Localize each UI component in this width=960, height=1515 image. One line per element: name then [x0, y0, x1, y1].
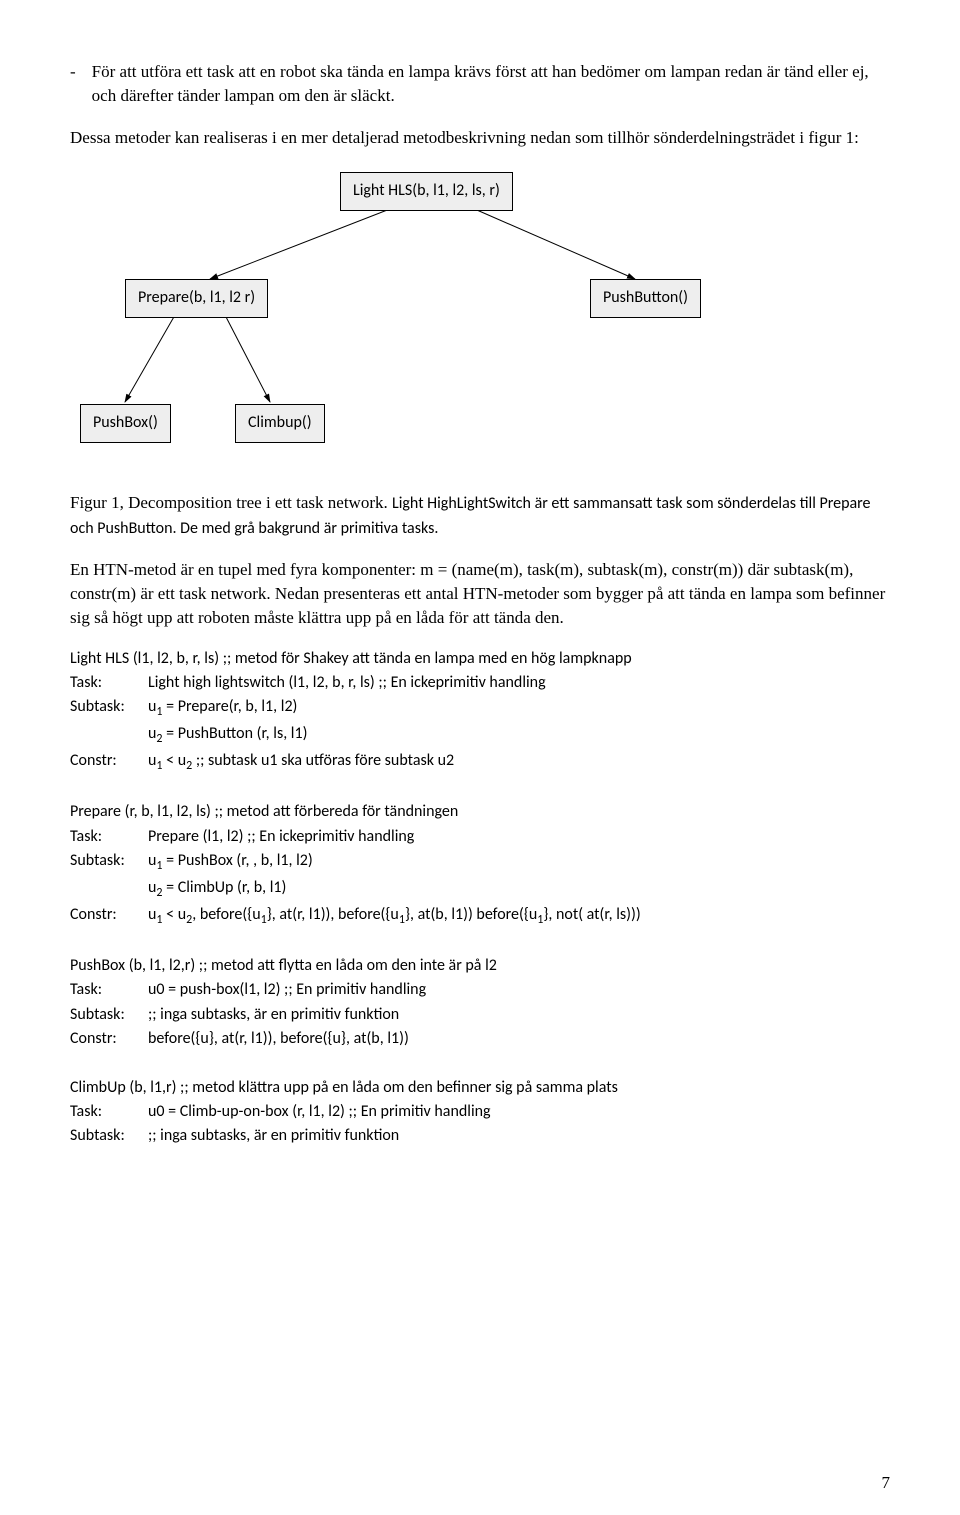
method-light-hls: Light HLS (l1, l2, b, r, ls) ;; metod fö… — [70, 648, 890, 776]
label-blank — [70, 877, 148, 902]
label-task: Task: — [70, 979, 148, 1001]
label-constr: Constr: — [70, 1028, 148, 1050]
label-subtask: Subtask: — [70, 850, 148, 875]
label-subtask: Subtask: — [70, 1004, 148, 1026]
task-value: u0 = push-box(l1, l2) ;; En primitiv han… — [148, 979, 890, 1001]
sub-rest: = Prepare(r, b, l1, l2) — [163, 697, 298, 716]
subtask-value: ;; inga subtasks, är en primitiv funktio… — [148, 1125, 890, 1147]
label-blank — [70, 723, 148, 748]
label-constr: Constr: — [70, 750, 148, 775]
method-constr-row: Constr: u1 < u2, before({u1}, at(r, l1))… — [70, 904, 890, 929]
subtask-value: u1 = Prepare(r, b, l1, l2) — [148, 696, 890, 721]
constr-value: before({u}, at(r, l1)), before({u}, at(b… — [148, 1028, 890, 1050]
constr-value: u1 < u2 ;; subtask u1 ska utföras före s… — [148, 750, 890, 775]
method-pushbox: PushBox (b, l1, l2,r) ;; metod att flytt… — [70, 955, 890, 1051]
subtask-value: u1 = PushBox (r, , b, l1, l2) — [148, 850, 890, 875]
c-4: }, not( at(r, ls))) — [543, 905, 640, 924]
label-task: Task: — [70, 672, 148, 694]
task-value: Prepare (l1, l2) ;; En ickeprimitiv hand… — [148, 826, 890, 848]
method-title: Prepare (r, b, l1, l2, ls) ;; metod att … — [70, 801, 890, 823]
method-subtask-row: Subtask: u1 = PushBox (r, , b, l1, l2) — [70, 850, 890, 875]
subtask-value: u2 = PushButton (r, ls, l1) — [148, 723, 890, 748]
sub-rest: = ClimbUp (r, b, l1) — [163, 878, 287, 897]
method-task-row: Task: Prepare (l1, l2) ;; En ickeprimiti… — [70, 826, 890, 848]
method-subtask-row-2: u2 = PushButton (r, ls, l1) — [70, 723, 890, 748]
figure-caption: Figur 1, Decomposition tree i ett task n… — [70, 491, 890, 540]
intro-paragraph: Dessa metoder kan realiseras i en mer de… — [70, 126, 890, 150]
node-prepare: Prepare(b, l1, l2 r) — [125, 279, 268, 317]
htn-paragraph: En HTN-metod är en tupel med fyra kompon… — [70, 558, 890, 629]
label-task: Task: — [70, 1101, 148, 1123]
label-subtask: Subtask: — [70, 696, 148, 721]
task-value: u0 = Climb-up-on-box (r, l1, l2) ;; En p… — [148, 1101, 890, 1123]
method-constr-row: Constr: u1 < u2 ;; subtask u1 ska utföra… — [70, 750, 890, 775]
sub-rest: = PushButton (r, ls, l1) — [163, 724, 308, 743]
method-task-row: Task: u0 = push-box(l1, l2) ;; En primit… — [70, 979, 890, 1001]
decomposition-tree-diagram: Light HLS(b, l1, l2, ls, r) Prepare(b, l… — [70, 167, 890, 467]
method-title: ClimbUp (b, l1,r) ;; metod klättra upp p… — [70, 1077, 890, 1099]
label-subtask: Subtask: — [70, 1125, 148, 1147]
subtask-value: u2 = ClimbUp (r, b, l1) — [148, 877, 890, 902]
bullet-paragraph: - För att utföra ett task att en robot s… — [70, 60, 890, 108]
node-pushbutton: PushButton() — [590, 279, 701, 317]
page-number: 7 — [882, 1471, 891, 1495]
method-subtask-row-2: u2 = ClimbUp (r, b, l1) — [70, 877, 890, 902]
method-title: PushBox (b, l1, l2,r) ;; metod att flytt… — [70, 955, 890, 977]
method-task-row: Task: Light high lightswitch (l1, l2, b,… — [70, 672, 890, 694]
c-2: }, at(r, l1)), before({u — [267, 905, 399, 924]
label-task: Task: — [70, 826, 148, 848]
bullet-dash: - — [70, 60, 76, 108]
lt-text: < u — [163, 751, 187, 770]
node-root: Light HLS(b, l1, l2, ls, r) — [340, 172, 513, 210]
figure-caption-prefix: Figur 1, Decomposition tree i ett task n… — [70, 493, 392, 512]
bullet-text: För att utföra ett task att en robot ska… — [92, 60, 890, 108]
c-3: }, at(b, l1)) before({u — [405, 905, 537, 924]
constr-value: u1 < u2, before({u1}, at(r, l1)), before… — [148, 904, 890, 929]
method-title: Light HLS (l1, l2, b, r, ls) ;; metod fö… — [70, 648, 890, 670]
lt-text: < u — [163, 905, 187, 924]
sub-rest: = PushBox (r, , b, l1, l2) — [163, 851, 313, 870]
method-task-row: Task: u0 = Climb-up-on-box (r, l1, l2) ;… — [70, 1101, 890, 1123]
method-subtask-row: Subtask: ;; inga subtasks, är en primiti… — [70, 1125, 890, 1147]
label-constr: Constr: — [70, 904, 148, 929]
method-prepare: Prepare (r, b, l1, l2, ls) ;; metod att … — [70, 801, 890, 929]
method-subtask-row: Subtask: ;; inga subtasks, är en primiti… — [70, 1004, 890, 1026]
method-subtask-row: Subtask: u1 = Prepare(r, b, l1, l2) — [70, 696, 890, 721]
subtask-value: ;; inga subtasks, är en primitiv funktio… — [148, 1004, 890, 1026]
task-value: Light high lightswitch (l1, l2, b, r, ls… — [148, 672, 890, 694]
constr-rest: ;; subtask u1 ska utföras före subtask u… — [192, 751, 454, 770]
method-constr-row: Constr: before({u}, at(r, l1)), before({… — [70, 1028, 890, 1050]
method-climbup: ClimbUp (b, l1,r) ;; metod klättra upp p… — [70, 1077, 890, 1148]
c-1: , before({u — [192, 905, 260, 924]
node-climbup: Climbup() — [235, 404, 325, 442]
node-pushbox: PushBox() — [80, 404, 171, 442]
